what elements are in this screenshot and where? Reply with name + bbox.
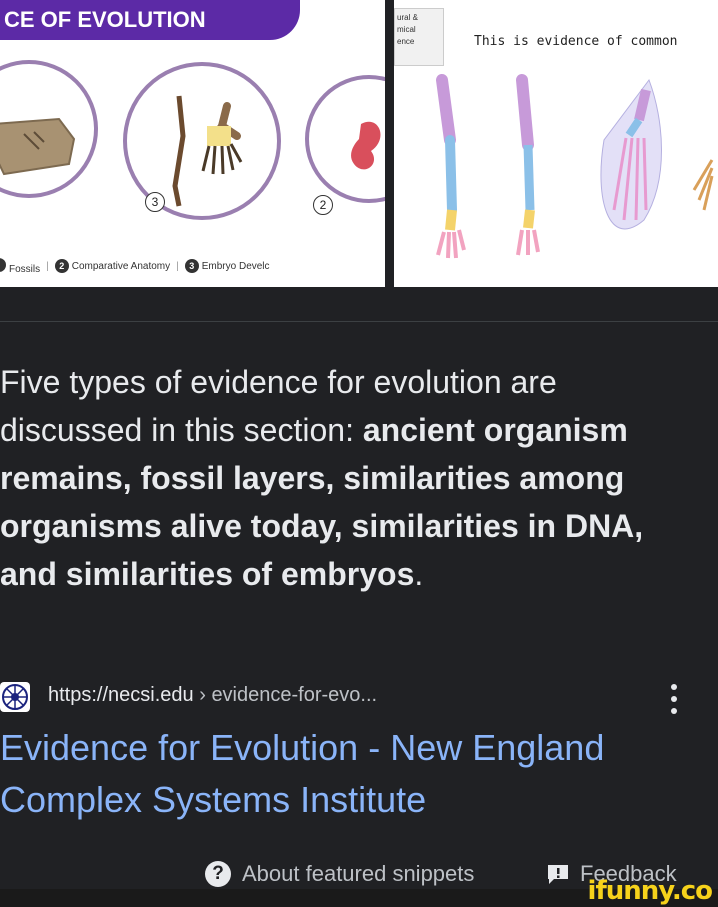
evidence-image-left[interactable]: CE OF EVOLUTION 3 2 Fossils | 2 Comparati… [0, 0, 385, 287]
anatomy-circle: 3 [123, 62, 281, 220]
about-featured-snippets-link[interactable]: About featured snippets [242, 861, 474, 887]
image-legend: Fossils | 2 Comparative Anatomy | 3 Embryo… [0, 252, 385, 280]
embryo-icon [351, 121, 381, 170]
evidence-image-right[interactable]: ural & mical ence This is evidence of co… [394, 0, 718, 287]
ifunny-watermark: ifunny.co [587, 876, 713, 906]
fossil-circle [0, 60, 98, 198]
image-banner: CE OF EVOLUTION [0, 0, 300, 40]
image-caption: This is evidence of common [474, 34, 678, 49]
section-divider [0, 321, 718, 322]
result-title-link[interactable]: Evidence for Evolution - New England Com… [0, 722, 710, 826]
embryo-circle: 2 [305, 75, 385, 215]
featured-snippet-text: Five types of evidence for evolution are… [0, 358, 700, 598]
homologous-limbs-icon [436, 74, 714, 259]
fossil-rock-icon [0, 117, 76, 176]
circle-number: 3 [145, 192, 165, 212]
question-circle-icon[interactable]: ? [205, 861, 231, 887]
feedback-icon[interactable] [546, 863, 570, 885]
circle-number: 2 [313, 195, 333, 215]
anatomical-evidence-label: ural & mical ence [394, 8, 444, 66]
legend-item-fossils: Fossils [0, 257, 40, 275]
result-source[interactable]: https://necsi.edu › evidence-for-evo... [0, 680, 718, 714]
legend-item-embryo: 3 Embryo Develc [184, 259, 270, 273]
result-url[interactable]: https://necsi.edu › evidence-for-evo... [48, 684, 377, 707]
more-vert-icon[interactable] [664, 684, 684, 714]
legend-item-anatomy: 2 Comparative Anatomy [54, 259, 170, 273]
necsi-globe-icon [0, 682, 30, 712]
snippet-end: . [414, 556, 424, 592]
